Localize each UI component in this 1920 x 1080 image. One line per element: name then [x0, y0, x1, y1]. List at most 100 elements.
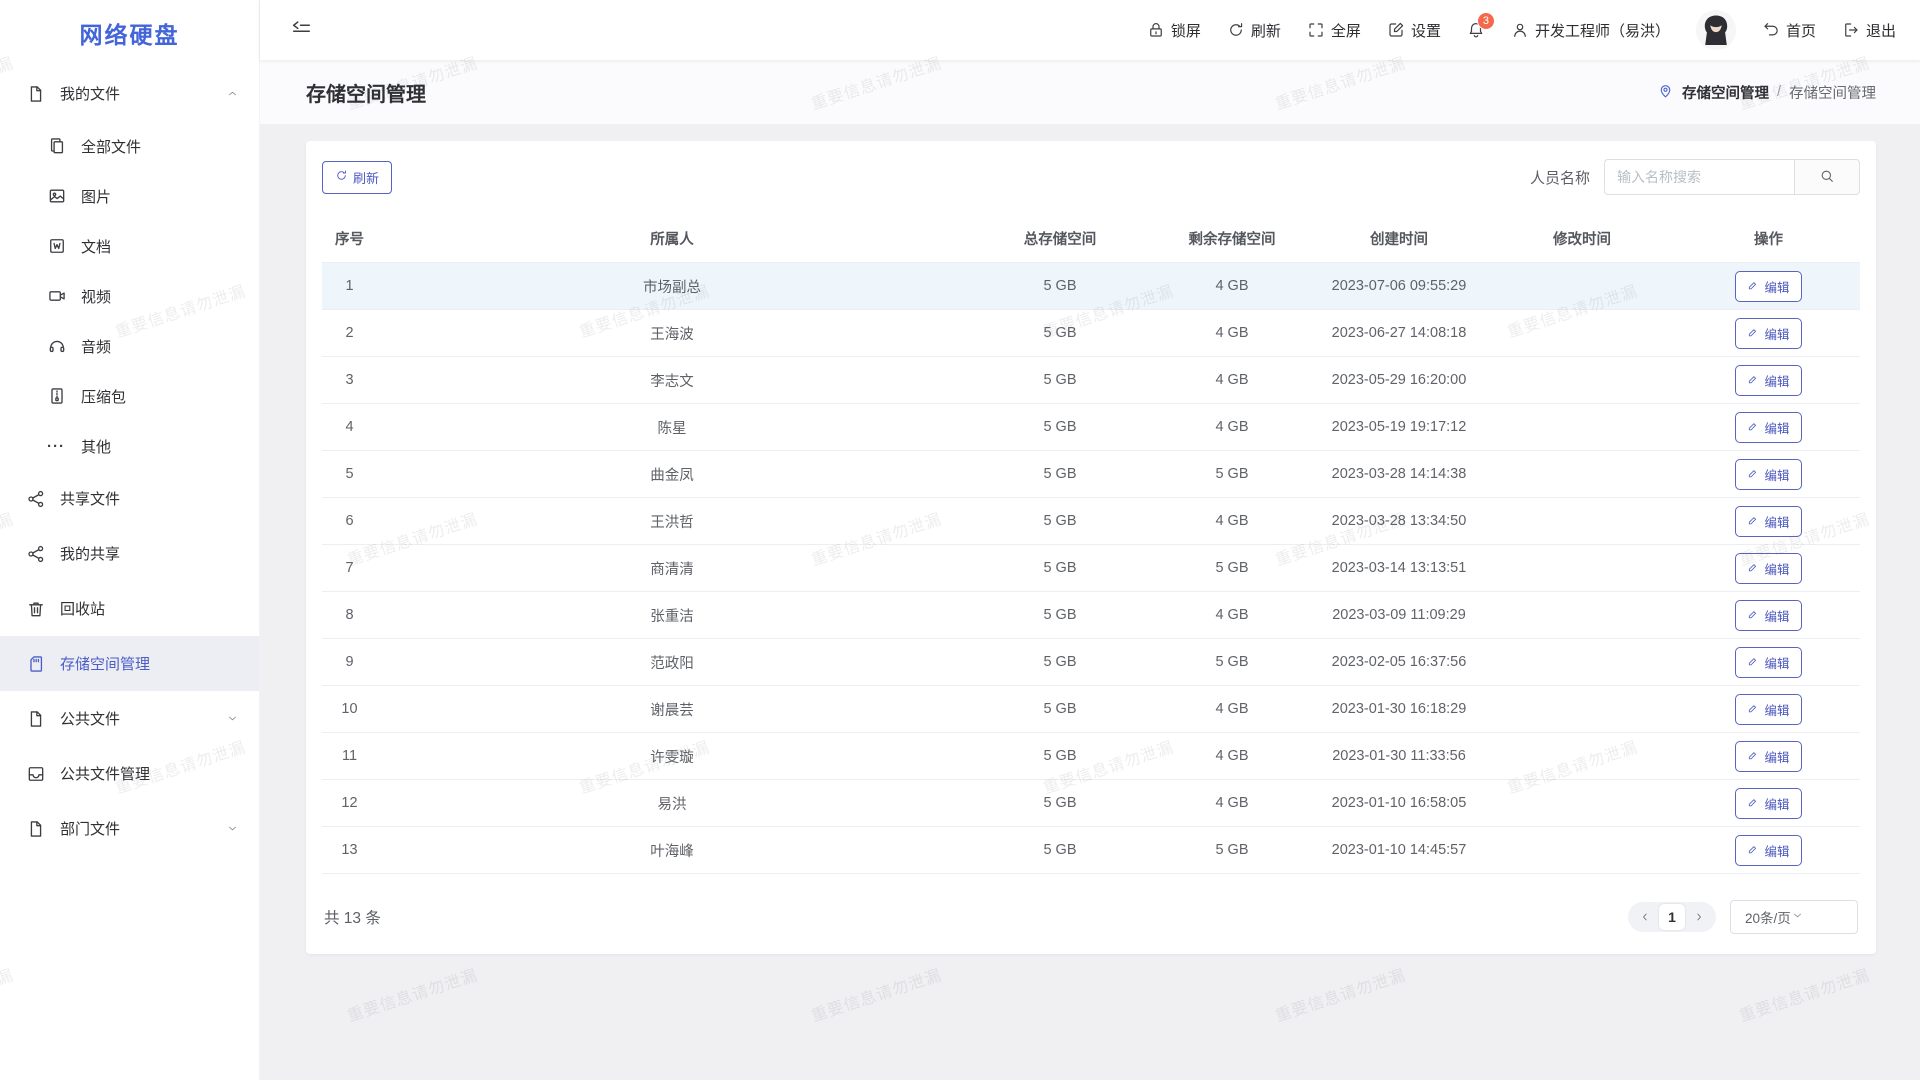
sidebar-subitem-images[interactable]: 图片 [0, 171, 259, 221]
sidebar-subitem-documents[interactable]: 文档 [0, 221, 259, 271]
share-icon [26, 544, 46, 564]
edit-button[interactable]: 编辑 [1735, 459, 1801, 490]
next-page-button[interactable] [1686, 902, 1712, 932]
edit-button[interactable]: 编辑 [1735, 647, 1801, 678]
table-cell: 商清清 [377, 545, 967, 592]
refresh-table-button[interactable]: 刷新 [322, 161, 392, 194]
page-size-value: 20条/页 [1745, 907, 1791, 927]
table-cell: 易洪 [377, 780, 967, 827]
edit-button[interactable]: 编辑 [1735, 553, 1801, 584]
sidebar-item-label: 部门文件 [60, 818, 120, 839]
table-cell-actions: 编辑 [1677, 357, 1860, 404]
sidebar-item-label: 文档 [81, 236, 111, 257]
table-cell: 曲金凤 [377, 451, 967, 498]
table-cell: 2023-01-10 16:58:05 [1311, 780, 1487, 827]
table-cell [1487, 498, 1677, 545]
edit-button[interactable]: 编辑 [1735, 412, 1801, 443]
topbar-fullscreen[interactable]: 全屏 [1307, 20, 1361, 41]
table-cell: 4 GB [1153, 404, 1311, 451]
sidebar-item-my-files[interactable]: 我的文件 [0, 66, 259, 121]
sidebar-subitem-archives[interactable]: 压缩包 [0, 371, 259, 421]
sidebar-item-shared-files[interactable]: 共享文件 [0, 471, 259, 526]
table-cell-actions: 编辑 [1677, 827, 1860, 874]
edit-button[interactable]: 编辑 [1735, 600, 1801, 631]
table-cell [1487, 780, 1677, 827]
search-button[interactable] [1794, 159, 1860, 195]
sidebar-item-department-files[interactable]: 部门文件 [0, 801, 259, 856]
table-cell [1487, 827, 1677, 874]
edit-button-label: 编辑 [1764, 371, 1789, 390]
table-cell: 王洪哲 [377, 498, 967, 545]
sidebar-subitem-all-files[interactable]: 全部文件 [0, 121, 259, 171]
sidebar-item-label: 其他 [81, 436, 111, 457]
collapse-sidebar-button[interactable] [290, 17, 312, 44]
avatar-image [1696, 10, 1736, 50]
share-icon [26, 489, 46, 509]
table-cell: 许雯璇 [377, 733, 967, 780]
topbar-lock-screen[interactable]: 锁屏 [1147, 20, 1201, 41]
topbar-notifications[interactable]: 3 [1467, 21, 1485, 39]
topbar-settings[interactable]: 设置 [1387, 20, 1441, 41]
page-size-select[interactable]: 20条/页 [1730, 900, 1858, 934]
table-cell: 5 GB [967, 451, 1153, 498]
sidebar-item-storage-management[interactable]: 存储空间管理 [0, 636, 259, 691]
refresh-icon [335, 169, 348, 182]
page-number-current[interactable]: 1 [1659, 904, 1685, 930]
chevron-down-icon [226, 712, 239, 725]
chevron-down-icon [1791, 909, 1804, 925]
sidebar-item-my-shares[interactable]: 我的共享 [0, 526, 259, 581]
notification-badge: 3 [1477, 12, 1495, 30]
chevron-right-icon [1693, 911, 1705, 923]
table-cell: 4 GB [1153, 357, 1311, 404]
column-header: 修改时间 [1487, 217, 1677, 263]
table-cell: 3 [322, 357, 377, 404]
edit-button[interactable]: 编辑 [1735, 788, 1801, 819]
edit-button[interactable]: 编辑 [1735, 506, 1801, 537]
sidebar-item-public-files[interactable]: 公共文件 [0, 691, 259, 746]
storage-card: 刷新 人员名称 序号所属人总存储空间剩余存储空间 [306, 141, 1876, 954]
image-icon [47, 186, 67, 206]
edit-button[interactable]: 编辑 [1735, 835, 1801, 866]
edit-button-label: 编辑 [1764, 559, 1789, 578]
topbar-refresh[interactable]: 刷新 [1227, 20, 1281, 41]
table-row-5: 5曲金凤5 GB5 GB2023-03-28 14:14:38编辑 [322, 451, 1860, 498]
topbar-home[interactable]: 首页 [1762, 20, 1816, 41]
zip-icon [47, 386, 67, 406]
previous-page-button[interactable] [1632, 902, 1658, 932]
table-cell: 2023-03-28 13:34:50 [1311, 498, 1487, 545]
sidebar-subitem-others[interactable]: ···其他 [0, 421, 259, 471]
sidebar: 网络硬盘 我的文件全部文件图片文档视频音频压缩包···其他共享文件我的共享回收站… [0, 0, 260, 1080]
table-cell: 5 GB [1153, 451, 1311, 498]
search-input[interactable] [1604, 159, 1794, 195]
table-row-3: 3李志文5 GB4 GB2023-05-29 16:20:00编辑 [322, 357, 1860, 404]
table-cell: 5 GB [967, 263, 1153, 310]
topbar-logout[interactable]: 退出 [1842, 20, 1896, 41]
edit-button-label: 编辑 [1764, 653, 1789, 672]
table-cell-actions: 编辑 [1677, 686, 1860, 733]
table-cell-actions: 编辑 [1677, 451, 1860, 498]
edit-button[interactable]: 编辑 [1735, 365, 1801, 396]
topbar-current-user[interactable]: 开发工程师（易洪） [1511, 20, 1670, 41]
sidebar-subitem-videos[interactable]: 视频 [0, 271, 259, 321]
location-pin-icon [1657, 82, 1674, 103]
table-cell: 2023-03-14 13:13:51 [1311, 545, 1487, 592]
sidebar-item-label: 视频 [81, 286, 111, 307]
table-cell: 4 GB [1153, 263, 1311, 310]
sidebar-subitem-audio[interactable]: 音频 [0, 321, 259, 371]
table-cell: 4 GB [1153, 733, 1311, 780]
table-cell: 2023-05-29 16:20:00 [1311, 357, 1487, 404]
edit-button[interactable]: 编辑 [1735, 694, 1801, 725]
table-cell: 5 GB [967, 404, 1153, 451]
edit-button[interactable]: 编辑 [1735, 271, 1801, 302]
table-row-7: 7商清清5 GB5 GB2023-03-14 13:13:51编辑 [322, 545, 1860, 592]
user-avatar[interactable] [1696, 10, 1736, 50]
sidebar-item-recycle-bin[interactable]: 回收站 [0, 581, 259, 636]
sidebar-item-public-files-management[interactable]: 公共文件管理 [0, 746, 259, 801]
user-icon [1511, 21, 1529, 39]
sidebar-item-label: 音频 [81, 336, 111, 357]
table-cell: 2023-01-10 14:45:57 [1311, 827, 1487, 874]
edit-button[interactable]: 编辑 [1735, 318, 1801, 349]
edit-button[interactable]: 编辑 [1735, 741, 1801, 772]
search-icon [1819, 168, 1835, 187]
file-icon [26, 819, 46, 839]
